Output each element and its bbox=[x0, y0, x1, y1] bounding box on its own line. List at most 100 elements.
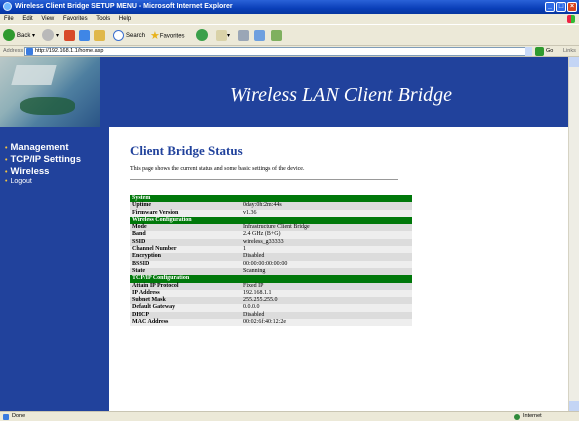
row-label: Mode bbox=[132, 224, 147, 231]
print-icon bbox=[238, 29, 249, 41]
address-label: Address bbox=[3, 48, 24, 54]
maximize-button[interactable]: □ bbox=[556, 2, 566, 12]
menu-edit[interactable]: Edit bbox=[22, 16, 32, 22]
row-label: Subnet Mask bbox=[132, 297, 166, 304]
row-value: 0.0.0.0 bbox=[243, 304, 260, 311]
internet-zone-icon bbox=[514, 414, 520, 420]
page-icon bbox=[26, 48, 33, 55]
table-row: Band 2.4 GHz (B+G) bbox=[130, 231, 412, 239]
table-row: IP Address 192.168.1.1 bbox=[130, 289, 412, 298]
row-label: IP Address bbox=[132, 289, 160, 296]
address-dropdown-icon[interactable] bbox=[525, 47, 532, 56]
security-zone: Internet bbox=[523, 413, 542, 419]
status-text: Done bbox=[12, 413, 26, 419]
edit-icon bbox=[254, 29, 265, 41]
favorites-star-icon: ★ bbox=[150, 30, 160, 42]
table-row: State Scanning bbox=[130, 267, 412, 276]
nav-item-wireless[interactable]: • Wireless bbox=[5, 166, 49, 177]
internet-explorer-icon bbox=[3, 2, 12, 11]
refresh-icon bbox=[79, 29, 90, 41]
table-row: Attain IP Protocol Fixed IP bbox=[130, 282, 412, 290]
window-title: Wireless Client Bridge SETUP MENU - Micr… bbox=[15, 3, 233, 10]
messenger-button[interactable] bbox=[271, 29, 282, 43]
history-button[interactable] bbox=[196, 29, 210, 43]
section-header: TCP/IP Configuration bbox=[130, 275, 412, 283]
scroll-up-icon[interactable] bbox=[569, 57, 579, 67]
header-banner: Wireless LAN Client Bridge bbox=[0, 57, 568, 127]
stop-button[interactable] bbox=[64, 29, 75, 43]
search-button[interactable]: Search bbox=[113, 29, 145, 43]
row-value: 0day:0h:2m:44s bbox=[243, 202, 282, 209]
bullet-icon: • bbox=[5, 178, 8, 185]
divider bbox=[130, 179, 398, 180]
menu-tools[interactable]: Tools bbox=[96, 16, 110, 22]
menu-bar: File Edit View Favorites Tools Help bbox=[0, 14, 579, 24]
table-row: Default Gateway 0.0.0.0 bbox=[130, 304, 412, 312]
refresh-button[interactable] bbox=[79, 29, 90, 43]
row-value: Scanning bbox=[243, 267, 266, 274]
row-label: BSSID bbox=[132, 260, 150, 267]
status-bar: Done Internet bbox=[0, 411, 579, 421]
row-value: 2.4 GHz (B+G) bbox=[243, 231, 281, 238]
page-title: Client Bridge Status bbox=[130, 143, 243, 158]
home-button[interactable] bbox=[94, 29, 105, 43]
row-value: 255.255.255.0 bbox=[243, 297, 278, 304]
row-value: 192.168.1.1 bbox=[243, 289, 272, 296]
banner-title: Wireless LAN Client Bridge bbox=[230, 84, 453, 106]
bullet-icon: • bbox=[5, 145, 8, 152]
row-value: 1 bbox=[243, 246, 246, 253]
banner-photo bbox=[0, 57, 100, 127]
menu-view[interactable]: View bbox=[41, 16, 54, 22]
back-arrow-icon bbox=[3, 29, 15, 42]
bullet-icon: • bbox=[5, 169, 8, 176]
row-label: Firmware Version bbox=[132, 209, 179, 216]
print-button[interactable] bbox=[238, 29, 249, 43]
history-icon bbox=[196, 29, 208, 42]
table-row: Firmware Version v1.36 bbox=[130, 209, 412, 217]
web-content: Wireless LAN Client Bridge • Management •… bbox=[0, 57, 568, 411]
minimize-button[interactable]: _ bbox=[545, 2, 555, 12]
page-description: This page shows the current status and s… bbox=[130, 166, 305, 172]
row-label: DHCP bbox=[132, 311, 149, 318]
nav-item-logout[interactable]: • Logout bbox=[5, 178, 32, 185]
menu-file[interactable]: File bbox=[4, 16, 14, 22]
go-button[interactable]: Go bbox=[546, 48, 553, 54]
page-done-icon bbox=[3, 414, 9, 420]
status-table: System Uptime 0day:0h:2m:44s Firmware Versi… bbox=[130, 195, 412, 327]
menu-favorites[interactable]: Favorites bbox=[63, 16, 88, 22]
row-value: Disabled bbox=[243, 253, 265, 260]
row-label: Attain IP Protocol bbox=[132, 282, 179, 289]
scroll-down-icon[interactable] bbox=[569, 401, 579, 411]
row-label: MAC Address bbox=[132, 319, 169, 326]
nav-item-tcpip-settings[interactable]: • TCP/IP Settings bbox=[5, 154, 81, 165]
nav-item-management[interactable]: • Management bbox=[5, 142, 69, 153]
windows-logo-icon bbox=[567, 15, 575, 23]
close-button[interactable]: × bbox=[567, 2, 577, 12]
row-value: Fixed IP bbox=[243, 282, 264, 289]
go-arrow-icon[interactable] bbox=[535, 47, 544, 56]
row-label: Uptime bbox=[132, 202, 151, 209]
row-value: v1.36 bbox=[243, 209, 257, 216]
address-input[interactable]: http://192.168.1.1/home.asp bbox=[24, 47, 532, 56]
messenger-icon bbox=[271, 29, 282, 41]
stop-icon bbox=[64, 29, 75, 41]
mail-icon bbox=[216, 29, 227, 41]
table-row: SSID wireless_g33333 bbox=[130, 238, 412, 247]
favorites-button[interactable]: ★Favorites bbox=[150, 29, 185, 43]
table-row: DHCP Disabled bbox=[130, 311, 412, 320]
mail-button[interactable]: ▾ bbox=[216, 29, 230, 43]
edit-button[interactable] bbox=[254, 29, 265, 43]
links-button[interactable]: Links bbox=[563, 48, 576, 54]
forward-button[interactable]: ▾ bbox=[42, 29, 59, 43]
row-value: Disabled bbox=[243, 311, 265, 318]
menu-help[interactable]: Help bbox=[119, 16, 131, 22]
row-label: Band bbox=[132, 231, 146, 238]
table-row: Subnet Mask 255.255.255.0 bbox=[130, 297, 412, 305]
row-label: State bbox=[132, 267, 145, 274]
row-label: Channel Number bbox=[132, 246, 177, 253]
table-row: Encryption Disabled bbox=[130, 253, 412, 261]
back-button[interactable]: Back ▾ bbox=[3, 29, 35, 43]
vertical-scrollbar[interactable] bbox=[568, 57, 579, 411]
row-value: wireless_g33333 bbox=[243, 238, 284, 245]
table-row: Uptime 0day:0h:2m:44s bbox=[130, 202, 412, 210]
